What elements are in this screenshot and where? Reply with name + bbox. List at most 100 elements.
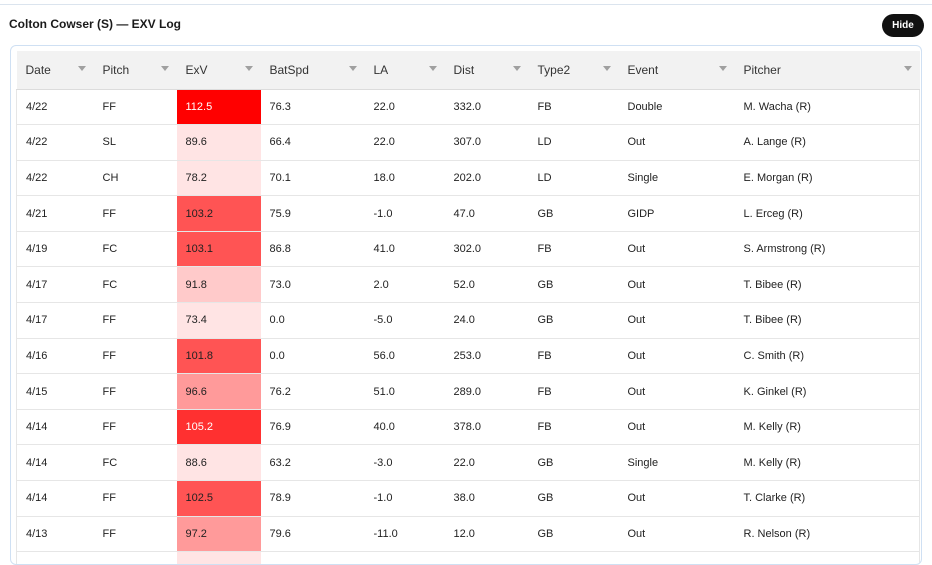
column-header-event[interactable]: Event: [618, 51, 735, 90]
cell-exv: [176, 551, 261, 564]
column-header-label: Pitcher: [743, 62, 781, 77]
table-row[interactable]: 4/14 FF 102.5 78.9 -1.0 38.0 GB Out T. Clarke (R…: [16, 480, 920, 517]
cell-type2: LD: [528, 160, 619, 197]
cell-batspd: 86.8: [260, 231, 365, 268]
table-row[interactable]: 4/15 FF 96.6 76.2 51.0 289.0 FB Out K. Ginkel (R…: [16, 373, 920, 410]
cell-pitcher: E. Morgan (R): [734, 160, 920, 197]
column-header-label: LA: [373, 62, 389, 77]
cell-batspd: 73.0: [260, 266, 365, 304]
cell-batspd: 66.4: [260, 124, 365, 161]
cell-pitcher: M. Kelly (R): [734, 444, 920, 482]
column-header-dist[interactable]: Dist: [444, 51, 529, 90]
cell-date: 4/17: [16, 266, 94, 304]
hide-button[interactable]: Hide: [882, 14, 924, 37]
sort-caret-icon[interactable]: [160, 66, 169, 71]
header-row: Date Pitch ExV BatSpd LA Dist Type2 Event Pitche…: [16, 51, 920, 90]
cell-pitcher: A. Lange (R): [734, 124, 920, 161]
exv-log-panel: Colton Cowser (S) — EXV Log Hide Date Pit…: [0, 4, 932, 565]
sort-caret-icon[interactable]: [718, 66, 727, 71]
table-row[interactable]: 4/22 FF 112.5 76.3 22.0 332.0 FB Double M. Wacha…: [16, 89, 920, 126]
sort-caret-icon[interactable]: [244, 66, 253, 71]
cell-pitch: FF: [93, 338, 177, 375]
cell-la: -1.0: [364, 480, 445, 517]
cell-dist: 378.0: [444, 409, 529, 446]
table-row[interactable]: 4/22 SL 89.6 66.4 22.0 307.0 LD Out A. Lange (R): [16, 124, 920, 161]
cell-pitcher: K. Ginkel (R): [734, 373, 920, 410]
cell-batspd: 79.6: [260, 516, 365, 553]
cell-dist: 202.0: [444, 160, 529, 197]
table-row[interactable]: 4/14 FC 88.6 63.2 -3.0 22.0 GB Single M. Kelly (…: [16, 444, 920, 482]
cell-dist: [444, 551, 529, 564]
cell-pitcher: M. Wacha (R): [734, 89, 920, 126]
cell-date: 4/14: [16, 444, 94, 482]
cell-pitch: FC: [93, 231, 177, 268]
column-header-type2[interactable]: Type2: [528, 51, 619, 90]
cell-event: Out: [618, 480, 735, 517]
table-row[interactable]: 4/21 FF 103.2 75.9 -1.0 47.0 GB GIDP L. Erceg (R…: [16, 195, 920, 232]
cell-pitcher: [734, 551, 920, 564]
cell-event: Out: [618, 516, 735, 553]
cell-date: 4/17: [16, 302, 94, 339]
sort-caret-icon[interactable]: [512, 66, 521, 71]
sort-caret-icon[interactable]: [428, 66, 437, 71]
table-row[interactable]: 4/17 FC 91.8 73.0 2.0 52.0 GB Out T. Bibee (R): [16, 266, 920, 304]
cell-dist: 24.0: [444, 302, 529, 339]
cell-type2: GB: [528, 480, 619, 517]
table-row[interactable]: 4/17 FF 73.4 0.0 -5.0 24.0 GB Out T. Bibee (R): [16, 302, 920, 339]
cell-pitch: SL: [93, 124, 177, 161]
cell-exv: 91.8: [176, 266, 261, 304]
cell-event: Out: [618, 373, 735, 410]
column-header-pitch[interactable]: Pitch: [93, 51, 177, 90]
cell-exv: 78.2: [176, 160, 261, 197]
cell-event: GIDP: [618, 195, 735, 232]
cell-dist: 307.0: [444, 124, 529, 161]
column-header-exv[interactable]: ExV: [176, 51, 261, 90]
cell-pitch: CH: [93, 160, 177, 197]
column-header-pitcher[interactable]: Pitcher: [734, 51, 920, 90]
cell-event: Single: [618, 444, 735, 482]
table-row[interactable]: 4/22 CH 78.2 70.1 18.0 202.0 LD Single E. Morgan…: [16, 160, 920, 197]
table-row[interactable]: 4/19 FC 103.1 86.8 41.0 302.0 FB Out S. Armstron…: [16, 231, 920, 268]
cell-la: 22.0: [364, 124, 445, 161]
cell-type2: FB: [528, 89, 619, 126]
panel-header: Colton Cowser (S) — EXV Log Hide: [0, 5, 932, 45]
table-row[interactable]: 4/14 FF 105.2 76.9 40.0 378.0 FB Out M. Kelly (R…: [16, 409, 920, 446]
column-header-label: ExV: [185, 62, 208, 77]
cell-exv: 101.8: [176, 338, 261, 375]
cell-pitcher: T. Clarke (R): [734, 480, 920, 517]
sort-caret-icon[interactable]: [77, 66, 86, 71]
table-row[interactable]: 4/16 FF 101.8 0.0 56.0 253.0 FB Out C. Smith (R): [16, 338, 920, 375]
cell-type2: [528, 551, 619, 564]
cell-dist: 12.0: [444, 516, 529, 553]
cell-type2: FB: [528, 409, 619, 446]
cell-exv: 105.2: [176, 409, 261, 446]
cell-batspd: 75.9: [260, 195, 365, 232]
cell-event: Out: [618, 409, 735, 446]
cell-exv: 96.6: [176, 373, 261, 410]
cell-la: -11.0: [364, 516, 445, 553]
cell-date: 4/22: [16, 89, 94, 126]
sort-caret-icon[interactable]: [602, 66, 611, 71]
column-header-batspd[interactable]: BatSpd: [260, 51, 365, 90]
cell-dist: 253.0: [444, 338, 529, 375]
table-row[interactable]: 4/13 FF 97.2 79.6 -11.0 12.0 GB Out R. Nelson (R…: [16, 516, 920, 553]
page-title: Colton Cowser (S) — EXV Log: [9, 17, 182, 31]
cell-la: [364, 551, 445, 564]
table-row[interactable]: [16, 551, 920, 564]
cell-la: -1.0: [364, 195, 445, 232]
sort-caret-icon[interactable]: [903, 66, 912, 71]
cell-pitcher: C. Smith (R): [734, 338, 920, 375]
column-header-date[interactable]: Date: [16, 51, 94, 90]
sort-caret-icon[interactable]: [348, 66, 357, 71]
cell-la: 41.0: [364, 231, 445, 268]
cell-pitcher: T. Bibee (R): [734, 302, 920, 339]
cell-type2: LD: [528, 124, 619, 161]
cell-date: 4/15: [16, 373, 94, 410]
column-header-la[interactable]: LA: [364, 51, 445, 90]
cell-pitch: FC: [93, 444, 177, 482]
column-header-label: Dist: [453, 62, 475, 77]
cell-batspd: [260, 551, 365, 564]
cell-batspd: 76.2: [260, 373, 365, 410]
cell-la: 22.0: [364, 89, 445, 126]
cell-exv: 103.1: [176, 231, 261, 268]
